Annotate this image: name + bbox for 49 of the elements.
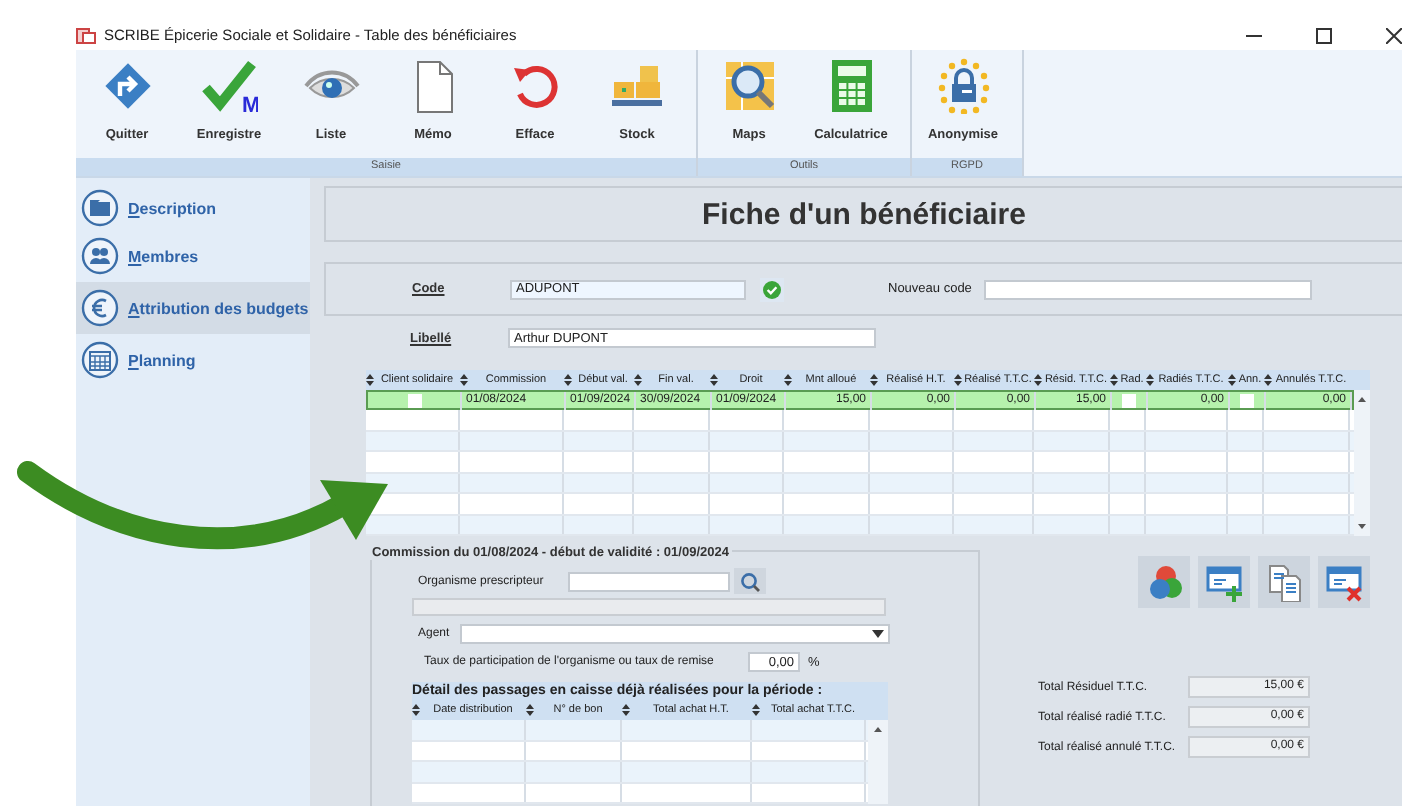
sidebar-item[interactable]: Membres <box>76 230 310 282</box>
sort-icon <box>634 374 642 386</box>
organisme-field[interactable] <box>568 571 730 591</box>
sort-icon <box>710 374 718 386</box>
map-search-icon <box>721 58 777 114</box>
sort-icon <box>1264 374 1272 386</box>
padlock-stars-icon <box>935 58 991 114</box>
documents-icon <box>1264 562 1304 602</box>
sort-icon <box>564 374 572 386</box>
agent-dropdown[interactable] <box>460 624 890 644</box>
maximize-icon[interactable] <box>1316 27 1332 43</box>
dropdown-caret-icon <box>872 630 884 638</box>
sort-icon <box>526 704 534 716</box>
scrollbar[interactable] <box>868 720 888 804</box>
sort-icon <box>366 374 374 386</box>
checkbox[interactable] <box>1240 394 1254 408</box>
sort-icon <box>412 704 420 716</box>
search-icon <box>740 571 760 591</box>
sidebar-item[interactable]: Attribution des budgets <box>76 282 310 334</box>
sidebar-item[interactable]: Planning <box>76 334 310 386</box>
checkbox[interactable] <box>1122 394 1136 408</box>
sort-icon <box>1228 374 1236 386</box>
sort-icon <box>1034 374 1042 386</box>
sort-icon <box>622 704 630 716</box>
sort-icon <box>954 374 962 386</box>
checkbox[interactable] <box>407 394 421 408</box>
card-cross-icon <box>1324 562 1364 602</box>
new-code-field[interactable] <box>984 279 1312 299</box>
sort-icon <box>752 704 760 716</box>
add-card-button[interactable] <box>1198 556 1250 608</box>
search-button[interactable] <box>734 568 766 594</box>
euro-icon <box>80 288 120 328</box>
color-circles-button[interactable] <box>1138 556 1190 608</box>
sort-icon <box>784 374 792 386</box>
circles-icon <box>1144 562 1184 602</box>
close-icon[interactable] <box>1386 27 1402 43</box>
sort-icon <box>1110 374 1118 386</box>
page-title: Fiche d'un bénéficiaire <box>702 197 1026 231</box>
scrollbar[interactable] <box>1354 390 1370 536</box>
delete-card-button[interactable] <box>1318 556 1370 608</box>
sidebar-item[interactable]: Description <box>76 186 310 230</box>
sort-icon <box>1146 374 1154 386</box>
scroll-up-icon <box>1356 394 1368 406</box>
sort-icon <box>870 374 878 386</box>
copy-button[interactable] <box>1258 556 1310 608</box>
sort-icon <box>460 374 468 386</box>
scroll-up-icon <box>872 724 884 736</box>
scroll-down-icon <box>1356 520 1368 532</box>
card-plus-icon <box>1204 562 1244 602</box>
